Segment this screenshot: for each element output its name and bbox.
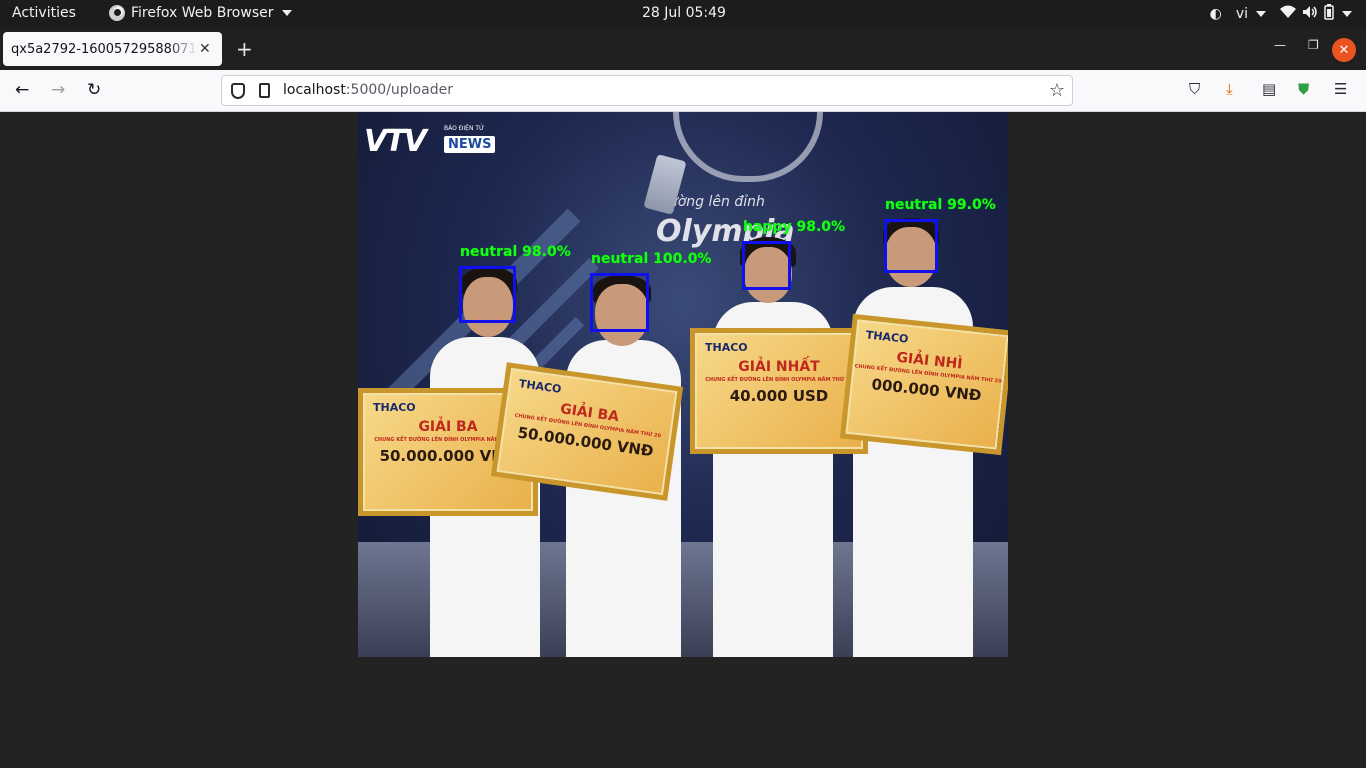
board-brand: THACO — [865, 328, 909, 346]
news-logo: NEWS — [444, 136, 496, 153]
url-bar[interactable]: localhost:5000/uploader ☆ — [221, 75, 1073, 106]
navigation-toolbar: ← → ↻ localhost:5000/uploader ☆ ⛉ ⤓ ▤ ⛊ … — [0, 70, 1366, 112]
url-host: localhost — [283, 82, 346, 98]
new-tab-button[interactable]: + — [236, 37, 253, 61]
face-bounding-box — [884, 219, 938, 273]
app-menu[interactable]: Firefox Web Browser — [109, 5, 292, 21]
page-info-icon[interactable] — [259, 83, 270, 98]
tab-title: qx5a2792-1600572958807188 — [11, 41, 197, 57]
forward-button[interactable]: → — [51, 80, 65, 100]
wifi-icon — [1280, 5, 1296, 23]
face-bounding-box — [742, 241, 791, 290]
back-button[interactable]: ← — [15, 80, 29, 100]
vtv-logo: VTV — [364, 124, 427, 159]
clock[interactable]: 28 Jul 05:49 — [642, 5, 726, 21]
uploaded-image: Đường lên đỉnh Olympia VTV BÁO ĐIỆN TỬ N… — [358, 112, 1008, 657]
olympia-laurel — [673, 112, 823, 182]
bookmark-star-icon[interactable]: ☆ — [1049, 80, 1065, 101]
board-amount: 40.000 USD — [729, 387, 829, 405]
minimize-button[interactable]: — — [1274, 38, 1286, 52]
board-brand: THACO — [373, 401, 416, 414]
url-text[interactable]: localhost:5000/uploader — [283, 82, 453, 98]
maximize-button[interactable]: ❐ — [1308, 38, 1319, 52]
detection-label: happy 98.0% — [743, 219, 846, 235]
download-icon[interactable]: ⤓ — [1226, 80, 1233, 98]
reload-button[interactable]: ↻ — [87, 80, 101, 100]
input-method-menu[interactable]: vi — [1236, 6, 1266, 22]
battery-icon — [1324, 4, 1334, 24]
activities-button[interactable]: Activities — [12, 5, 76, 21]
detection-label: neutral 98.0% — [460, 244, 571, 260]
face-bounding-box — [459, 266, 516, 323]
system-menu[interactable] — [1280, 4, 1352, 24]
detection-label: neutral 100.0% — [591, 251, 712, 267]
detection-label: neutral 99.0% — [885, 197, 996, 213]
system-tray: ◐ vi — [1210, 4, 1352, 24]
vtv-logo-caption: BÁO ĐIỆN TỬ — [444, 125, 485, 132]
face-bounding-box — [590, 273, 649, 332]
firefox-icon — [109, 5, 125, 21]
chevron-down-icon — [1256, 11, 1266, 17]
chevron-down-icon — [1342, 11, 1352, 17]
extension-shield-icon[interactable]: ⛊ — [1298, 80, 1309, 98]
board-brand: THACO — [705, 341, 748, 354]
chevron-down-icon — [281, 10, 292, 16]
night-light-icon[interactable]: ◐ — [1210, 6, 1222, 22]
close-tab-icon[interactable]: ✕ — [199, 41, 211, 57]
system-top-bar: Activities Firefox Web Browser 28 Jul 05… — [0, 0, 1366, 27]
prize-board: THACO GIẢI NHÌ CHUNG KẾT ĐƯỜNG LÊN ĐỈNH … — [839, 313, 1008, 456]
pocket-icon[interactable]: ⛉ — [1189, 80, 1200, 98]
board-brand: THACO — [518, 377, 563, 396]
hamburger-menu-icon[interactable]: ☰ — [1334, 80, 1347, 98]
prize-board: THACO GIẢI BA CHUNG KẾT ĐƯỜNG LÊN ĐỈNH O… — [490, 362, 684, 501]
sidebar-icon[interactable]: ▤ — [1262, 80, 1276, 98]
board-subtitle: CHUNG KẾT ĐƯỜNG LÊN ĐỈNH OLYMPIA NĂM THỨ… — [705, 377, 853, 383]
tab-uploader[interactable]: qx5a2792-1600572958807188 ✕ — [3, 32, 222, 66]
board-prize: GIẢI NHẤT — [738, 359, 820, 375]
input-method-label: vi — [1235, 6, 1248, 22]
url-path: :5000/uploader — [345, 82, 453, 98]
tab-strip: qx5a2792-1600572958807188 ✕ + — ❐ — [0, 27, 1366, 70]
volume-icon — [1302, 5, 1318, 23]
tracking-protection-icon[interactable] — [231, 83, 245, 99]
app-menu-label: Firefox Web Browser — [131, 5, 274, 21]
close-window-button[interactable]: ✕ — [1332, 38, 1356, 62]
